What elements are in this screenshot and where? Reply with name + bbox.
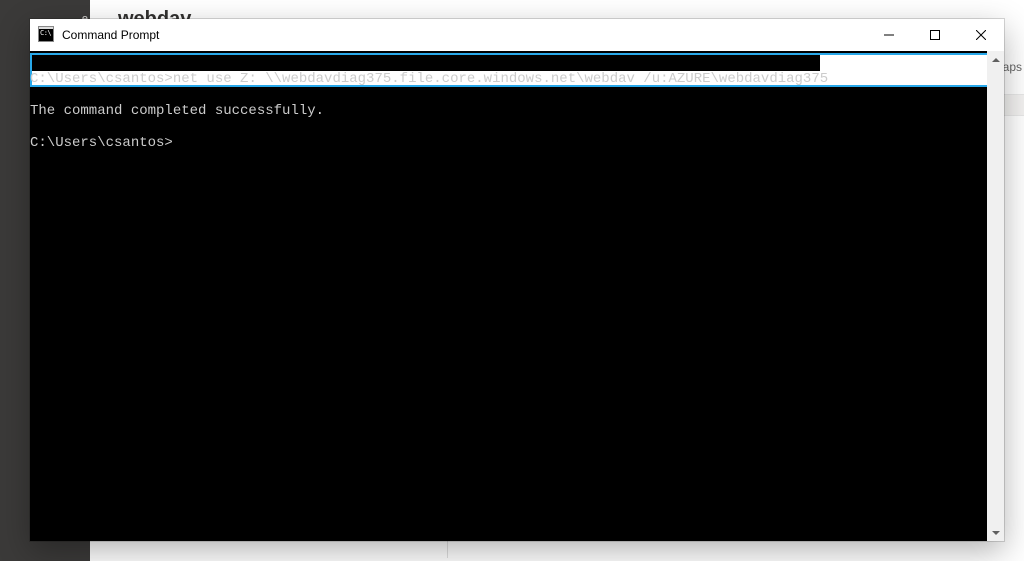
terminal-prompt: C:\Users\csantos> bbox=[30, 135, 173, 151]
terminal-content: C:\Users\csantos>net use Z: \\webdavdiag… bbox=[30, 55, 987, 541]
close-button[interactable] bbox=[958, 19, 1004, 51]
scroll-track[interactable] bbox=[987, 68, 1004, 524]
maximize-button[interactable] bbox=[912, 19, 958, 51]
close-icon bbox=[976, 30, 986, 40]
minimize-button[interactable] bbox=[866, 19, 912, 51]
cmd-icon bbox=[38, 28, 54, 42]
command-prompt-window: Command Prompt C:\Users\csantos>net use … bbox=[30, 19, 1004, 541]
scroll-down-arrow-icon[interactable] bbox=[987, 524, 1004, 541]
window-title: Command Prompt bbox=[62, 28, 159, 42]
minimize-icon bbox=[884, 30, 894, 40]
scroll-up-arrow-icon[interactable] bbox=[987, 51, 1004, 68]
terminal-output: The command completed successfully. bbox=[30, 103, 324, 119]
terminal-scrollbar[interactable] bbox=[987, 51, 1004, 541]
terminal-prompt: C:\Users\csantos> bbox=[30, 71, 173, 87]
maximize-icon bbox=[930, 30, 940, 40]
terminal-body[interactable]: C:\Users\csantos>net use Z: \\webdavdiag… bbox=[30, 51, 1004, 541]
terminal-command: net use Z: \\webdavdiag375.file.core.win… bbox=[173, 71, 837, 87]
window-titlebar[interactable]: Command Prompt bbox=[30, 19, 1004, 51]
